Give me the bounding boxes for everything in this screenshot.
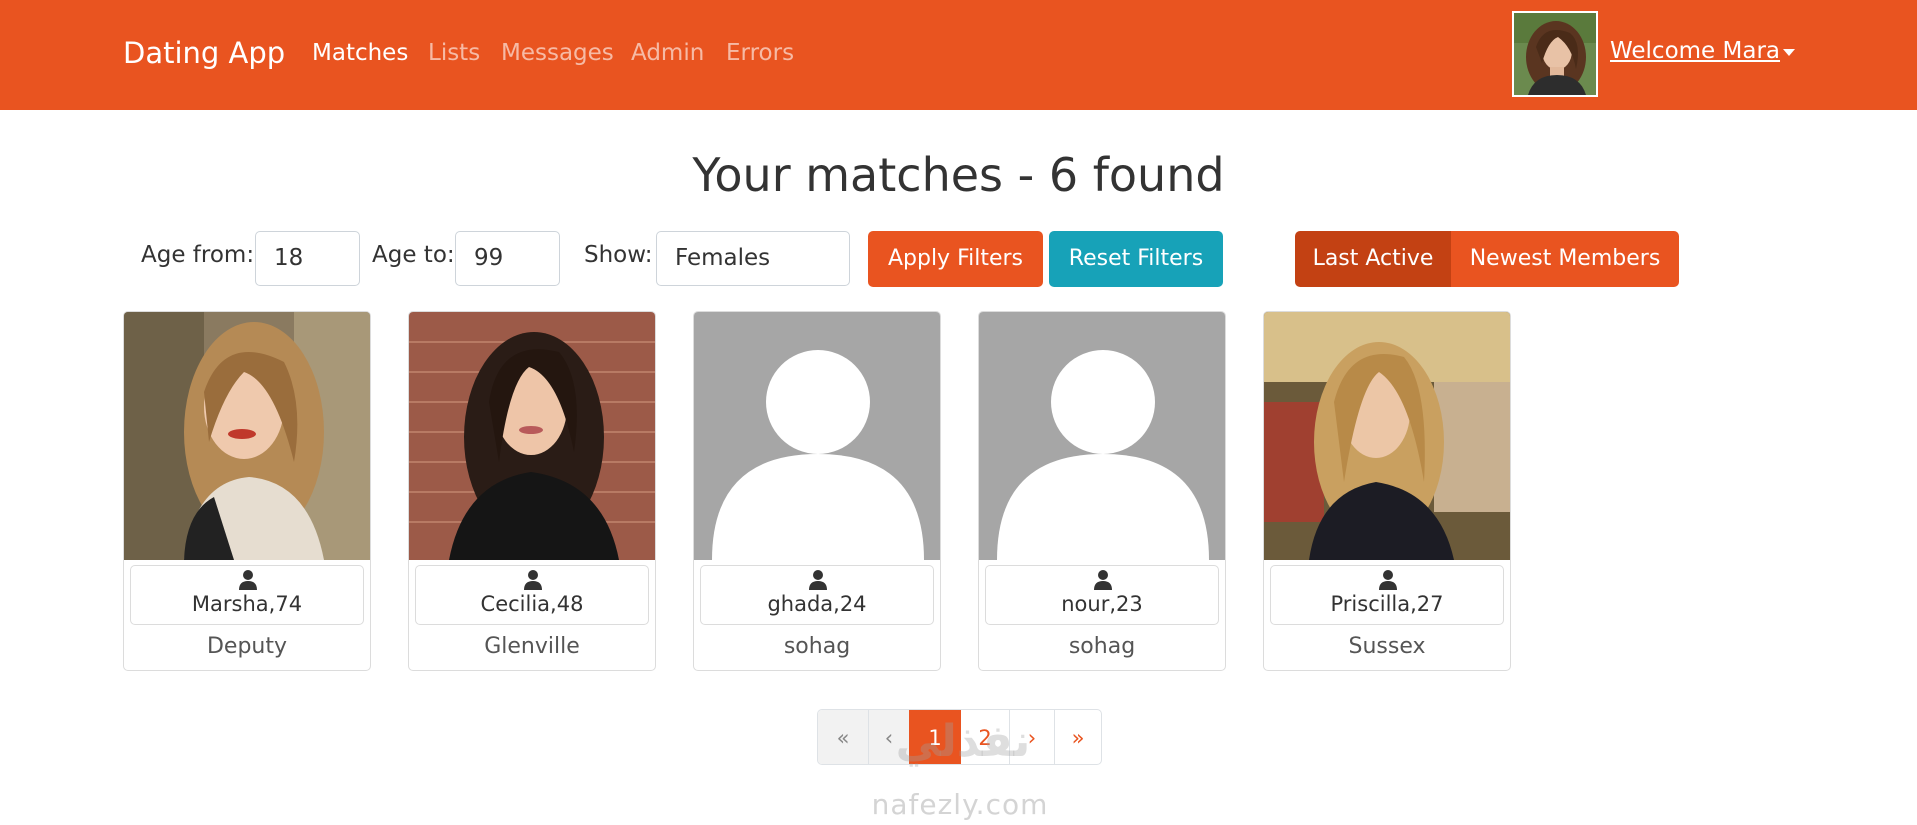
age-to-label: Age to: bbox=[372, 242, 455, 268]
member-card[interactable]: Marsha,74 Deputy bbox=[123, 311, 371, 671]
member-card[interactable]: nour,23 sohag bbox=[978, 311, 1226, 671]
user-icon bbox=[1379, 570, 1397, 590]
member-info-box[interactable]: Priscilla,27 bbox=[1270, 565, 1504, 625]
member-info-box[interactable]: nour,23 bbox=[985, 565, 1219, 625]
age-from-input[interactable]: 18 bbox=[255, 231, 360, 286]
member-card[interactable]: Cecilia,48 Glenville bbox=[408, 311, 656, 671]
age-to-input[interactable]: 99 bbox=[455, 231, 560, 286]
placeholder-user-icon[interactable] bbox=[979, 312, 1225, 560]
user-icon bbox=[524, 570, 542, 590]
brand-link[interactable]: Dating App bbox=[123, 36, 285, 70]
sort-button-group: Last Active Newest Members bbox=[1295, 231, 1679, 287]
member-photo[interactable] bbox=[124, 312, 370, 560]
member-info-box[interactable]: ghada,24 bbox=[700, 565, 934, 625]
sort-last-active-button[interactable]: Last Active bbox=[1295, 231, 1451, 287]
nav-link-matches[interactable]: Matches bbox=[312, 40, 408, 66]
sort-newest-members-button[interactable]: Newest Members bbox=[1451, 231, 1679, 287]
reset-filters-button[interactable]: Reset Filters bbox=[1049, 231, 1223, 287]
member-card[interactable]: ghada,24 sohag bbox=[693, 311, 941, 671]
member-photo[interactable] bbox=[1264, 312, 1510, 560]
navbar: Dating App Matches Lists Messages Admin … bbox=[0, 0, 1917, 110]
member-city: sohag bbox=[1068, 634, 1136, 659]
user-icon bbox=[1094, 570, 1112, 590]
nav-link-errors[interactable]: Errors bbox=[726, 40, 794, 66]
member-name-age: Cecilia,48 bbox=[480, 592, 584, 616]
gender-select[interactable]: Females bbox=[656, 231, 850, 286]
watermark-arabic: نفذلي bbox=[895, 716, 1031, 767]
nav-link-admin[interactable]: Admin bbox=[631, 40, 704, 66]
watermark-text: nafezly.com bbox=[871, 788, 1049, 821]
nav-link-messages[interactable]: Messages bbox=[501, 40, 614, 66]
member-city: sohag bbox=[783, 634, 851, 659]
member-city: Glenville bbox=[484, 634, 580, 659]
member-photo[interactable] bbox=[409, 312, 655, 560]
user-avatar[interactable] bbox=[1512, 11, 1598, 97]
nav-link-lists[interactable]: Lists bbox=[428, 40, 480, 66]
member-name-age: Marsha,74 bbox=[191, 592, 303, 616]
user-icon bbox=[809, 570, 827, 590]
member-info-box[interactable]: Marsha,74 bbox=[130, 565, 364, 625]
member-city: Sussex bbox=[1348, 634, 1426, 659]
page-title: Your matches - 6 found bbox=[692, 148, 1225, 202]
member-city: Deputy bbox=[206, 634, 288, 659]
age-from-label: Age from: bbox=[141, 242, 255, 268]
apply-filters-button[interactable]: Apply Filters bbox=[868, 231, 1043, 287]
member-name-age: ghada,24 bbox=[767, 592, 867, 616]
member-name-age: nour,23 bbox=[1061, 592, 1143, 616]
member-card[interactable]: Priscilla,27 Sussex bbox=[1263, 311, 1511, 671]
user-icon bbox=[239, 570, 257, 590]
caret-down-icon[interactable] bbox=[1783, 49, 1795, 56]
member-name-age: Priscilla,27 bbox=[1330, 592, 1444, 616]
placeholder-user-icon[interactable] bbox=[694, 312, 940, 560]
member-info-box[interactable]: Cecilia,48 bbox=[415, 565, 649, 625]
show-label: Show: bbox=[584, 242, 653, 268]
welcome-dropdown-toggle[interactable]: Welcome Mara bbox=[1610, 38, 1780, 64]
